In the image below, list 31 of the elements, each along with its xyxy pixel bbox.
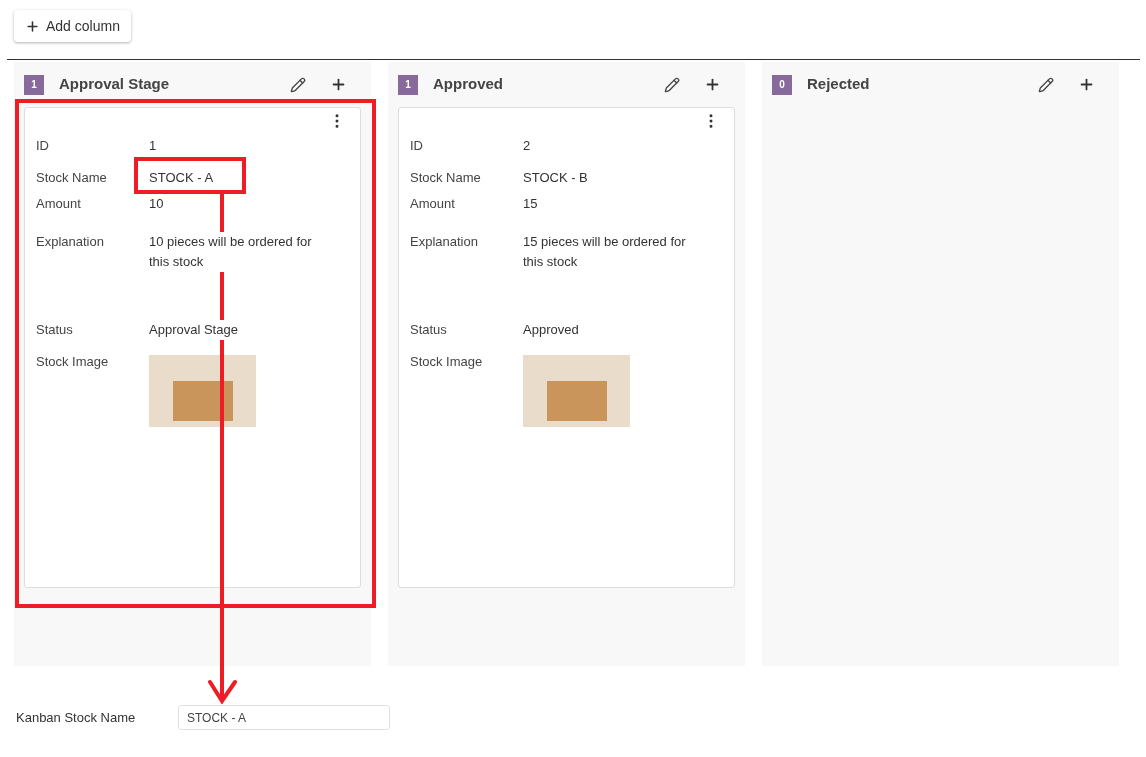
stock-name-input[interactable]: STOCK - A bbox=[178, 705, 390, 730]
field-label: ID bbox=[410, 137, 424, 155]
add-icon[interactable] bbox=[1078, 76, 1095, 93]
field-label: Stock Image bbox=[410, 353, 484, 371]
edit-icon[interactable] bbox=[664, 76, 680, 93]
field-label: Amount bbox=[410, 195, 456, 213]
field-label: Explanation bbox=[410, 233, 479, 251]
count-badge: 1 bbox=[398, 74, 418, 95]
field-label: Amount bbox=[36, 195, 82, 213]
field-label: Stock Name bbox=[36, 169, 108, 187]
field-label: Stock Image bbox=[36, 353, 110, 371]
column-title: Approval Stage bbox=[59, 74, 171, 95]
column-title: Rejected bbox=[807, 74, 871, 95]
count-badge: 1 bbox=[24, 74, 44, 95]
field-label: Status bbox=[410, 321, 448, 339]
field-label: Stock Name bbox=[410, 169, 482, 187]
edit-icon[interactable] bbox=[290, 76, 306, 93]
kanban-card[interactable]: ID 1 Stock Name STOCK - A Amount 10 Explanation 10 pieces will be ordered for this stock Status Approval Stage Stock Image bbox=[24, 107, 361, 588]
field-label: ID bbox=[36, 137, 50, 155]
add-column-button[interactable]: Add column bbox=[14, 10, 131, 42]
field-value: Approval Stage bbox=[149, 320, 238, 340]
field-label: Kanban Stock Name bbox=[16, 708, 137, 727]
add-icon[interactable] bbox=[704, 76, 721, 93]
edit-icon[interactable] bbox=[1038, 76, 1054, 93]
kanban-card[interactable]: ID 2 Stock Name STOCK - B Amount 15 Explanation 15 pieces will be ordered for this stock Status Approved Stock Image bbox=[398, 107, 735, 588]
column-title: Approved bbox=[433, 74, 504, 95]
plus-icon bbox=[25, 18, 40, 34]
add-icon[interactable] bbox=[330, 76, 347, 93]
count-badge: 0 bbox=[772, 74, 792, 95]
field-label: Explanation bbox=[36, 233, 105, 251]
field-label: Status bbox=[36, 321, 74, 339]
